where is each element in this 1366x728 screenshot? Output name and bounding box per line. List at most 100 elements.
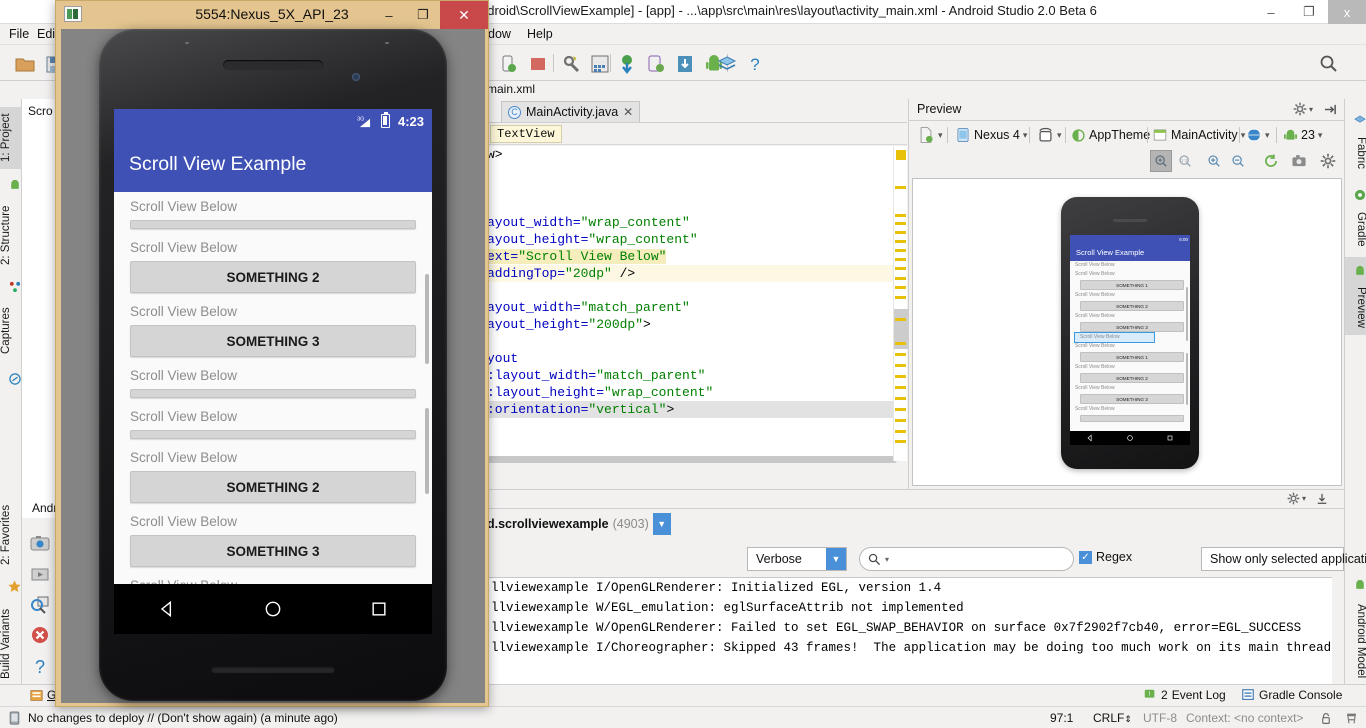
close-icon[interactable]: ✕	[623, 105, 633, 119]
home-icon[interactable]	[263, 599, 283, 619]
preview-settings-button[interactable]: ▾	[1293, 102, 1313, 116]
scroll-button-partial[interactable]	[130, 220, 416, 229]
context-indicator[interactable]: Context: <no context>	[1186, 711, 1303, 725]
sidebar-item-preview[interactable]: Preview	[1345, 279, 1366, 335]
scroll-view-content[interactable]: Scroll View Below Scroll View Below SOME…	[114, 192, 432, 584]
preview-activity-button[interactable]: MainActivity ▾	[1152, 125, 1245, 145]
emulator-minimize-button[interactable]: –	[372, 1, 406, 29]
phone-frame: 3G 4:23 Scroll View Example Scroll View …	[99, 29, 447, 701]
chevron-down-icon[interactable]: ▼	[653, 513, 671, 535]
back-icon[interactable]	[157, 599, 177, 619]
screenshot-tool-icon[interactable]	[29, 532, 51, 554]
logcat-settings-button[interactable]: ▾	[1287, 492, 1306, 505]
preview-device-button[interactable]: Nexus 4 ▾	[955, 125, 1027, 145]
run-app-icon[interactable]	[497, 53, 519, 75]
inner-scrollbar-1[interactable]	[425, 274, 429, 364]
recents-icon[interactable]	[369, 599, 389, 619]
menu-help[interactable]: Help	[522, 26, 558, 42]
sidebar-item-project[interactable]: 1: Project	[0, 107, 22, 169]
studio-close-button[interactable]: x	[1328, 0, 1366, 24]
studio-maximize-button[interactable]: ❐	[1290, 0, 1328, 24]
refresh-icon[interactable]	[1260, 150, 1282, 172]
zoom-out-icon[interactable]	[1227, 150, 1249, 172]
screen-record-icon[interactable]	[29, 563, 51, 585]
emulator-window[interactable]: 5554:Nexus_5X_API_23 – ❐ ✕ 3G 4:23	[55, 0, 489, 707]
help-tool-icon[interactable]: ?	[29, 655, 51, 677]
sidebar-item-gradle[interactable]: Gradle	[1345, 203, 1366, 255]
sync-gradle-icon[interactable]	[616, 53, 638, 75]
logcat-process-selector[interactable]: d.scrollviewexample (4903) ▼	[487, 513, 671, 535]
sidebar-item-build-variants[interactable]: Build Variants	[0, 601, 22, 687]
code-editor[interactable]: w> ayout_width="wrap_content" ayout_heig…	[487, 146, 907, 461]
captures-icon	[0, 365, 22, 387]
preview-theme-button[interactable]: AppTheme	[1071, 125, 1150, 145]
inspection-icon[interactable]	[1345, 711, 1358, 728]
stop-icon[interactable]	[527, 53, 549, 75]
event-log-button[interactable]: ! 2 Event Log	[1143, 688, 1226, 702]
preview-api-button[interactable]: 23 ▾	[1283, 125, 1322, 145]
menu-file[interactable]: File	[4, 26, 34, 42]
preview-orientation-button[interactable]: ▾	[1037, 125, 1062, 145]
sidebar-item-fabric[interactable]: Fabric	[1345, 129, 1366, 177]
preview-canvas[interactable]: 6:00 Scroll View Example Scroll View Bel…	[912, 178, 1342, 486]
avd-device-icon[interactable]	[645, 53, 667, 75]
preview-config-file-button[interactable]: ▾	[917, 125, 943, 145]
android-nav-bar[interactable]	[114, 584, 432, 634]
gradle-console-button[interactable]: Gradle Console	[1241, 688, 1342, 702]
code-horizontal-scrollbar[interactable]	[487, 455, 897, 463]
screenshot-icon[interactable]	[1288, 150, 1310, 172]
sidebar-item-captures[interactable]: Captures	[0, 299, 22, 363]
phone-screen[interactable]: 3G 4:23 Scroll View Example Scroll View …	[114, 109, 432, 634]
breadcrumb-textview[interactable]: TextView	[490, 125, 562, 143]
studio-minimize-button[interactable]: –	[1252, 0, 1290, 24]
editor-marker-gutter[interactable]	[893, 146, 907, 461]
project-tree-header[interactable]: Scro	[28, 104, 53, 118]
scroll-button-partial[interactable]	[130, 389, 416, 398]
avd-manager-icon[interactable]	[589, 53, 611, 75]
hide-panel-button[interactable]	[1324, 103, 1337, 119]
logcat-export-button[interactable]	[1316, 493, 1328, 508]
logcat-search-input[interactable]: ▾	[859, 547, 1074, 571]
terminate-icon[interactable]	[29, 624, 51, 646]
layers-icon[interactable]	[716, 53, 738, 75]
zoom-fit-icon[interactable]	[1150, 150, 1172, 172]
logcat-scope-select[interactable]: Show only selected application ▼	[1201, 547, 1344, 571]
regex-checkbox[interactable]: ✓	[1079, 551, 1092, 564]
log-level-select[interactable]: Verbose ▼	[747, 547, 847, 571]
logcat-output[interactable]: llviewexample I/OpenGLRenderer: Initiali…	[487, 577, 1332, 684]
help-icon[interactable]: ?	[744, 53, 766, 75]
regex-checkbox-group[interactable]: ✓ Regex	[1079, 550, 1132, 564]
scroll-button[interactable]: SOMETHING 2	[130, 261, 416, 293]
zoom-actual-icon[interactable]: 1:1	[1174, 150, 1196, 172]
zoom-in-icon[interactable]	[1203, 150, 1225, 172]
emulator-maximize-button[interactable]: ❐	[406, 1, 440, 29]
file-encoding[interactable]: UTF-8	[1143, 711, 1177, 725]
sdk-manager-icon[interactable]	[560, 53, 582, 75]
project-tree-node[interactable]: Andr	[32, 501, 57, 515]
inner-scrollbar-2[interactable]	[425, 408, 429, 494]
scroll-button[interactable]: SOMETHING 3	[130, 325, 416, 357]
bottom-gradle-label[interactable]: G	[30, 688, 56, 702]
caret-position[interactable]: 97:1	[1050, 711, 1073, 725]
chevron-down-icon[interactable]: ▼	[826, 548, 846, 570]
scroll-button[interactable]: SOMETHING 2	[130, 471, 416, 503]
scroll-button-partial[interactable]	[130, 430, 416, 439]
sidebar-item-android-model[interactable]: Android Model	[1345, 593, 1366, 689]
tab-mainactivity-java[interactable]: C MainActivity.java ✕	[501, 101, 640, 122]
preview-selected-label[interactable]: Scroll View Below	[1075, 333, 1154, 342]
preview-options-gear-icon[interactable]	[1317, 150, 1339, 172]
open-project-icon[interactable]	[14, 53, 36, 75]
scroll-button[interactable]: SOMETHING 3	[130, 535, 416, 567]
scrollbar-thumb[interactable]	[487, 456, 897, 463]
breadcrumb-file[interactable]: main.xml	[487, 82, 535, 96]
line-separator[interactable]: CRLF⇕	[1093, 711, 1132, 725]
preview-locale-button[interactable]: ▾	[1246, 125, 1270, 145]
emulator-title-bar[interactable]: 5554:Nexus_5X_API_23 – ❐ ✕	[56, 1, 488, 29]
emulator-close-button[interactable]: ✕	[440, 1, 488, 29]
download-components-icon[interactable]	[674, 53, 696, 75]
layout-inspector-icon[interactable]	[29, 594, 51, 616]
sidebar-item-structure[interactable]: 2: Structure	[0, 199, 22, 271]
sidebar-item-favorites[interactable]: 2: Favorites	[0, 499, 22, 571]
lock-icon[interactable]	[1320, 712, 1332, 728]
search-everywhere-icon[interactable]	[1318, 53, 1340, 75]
